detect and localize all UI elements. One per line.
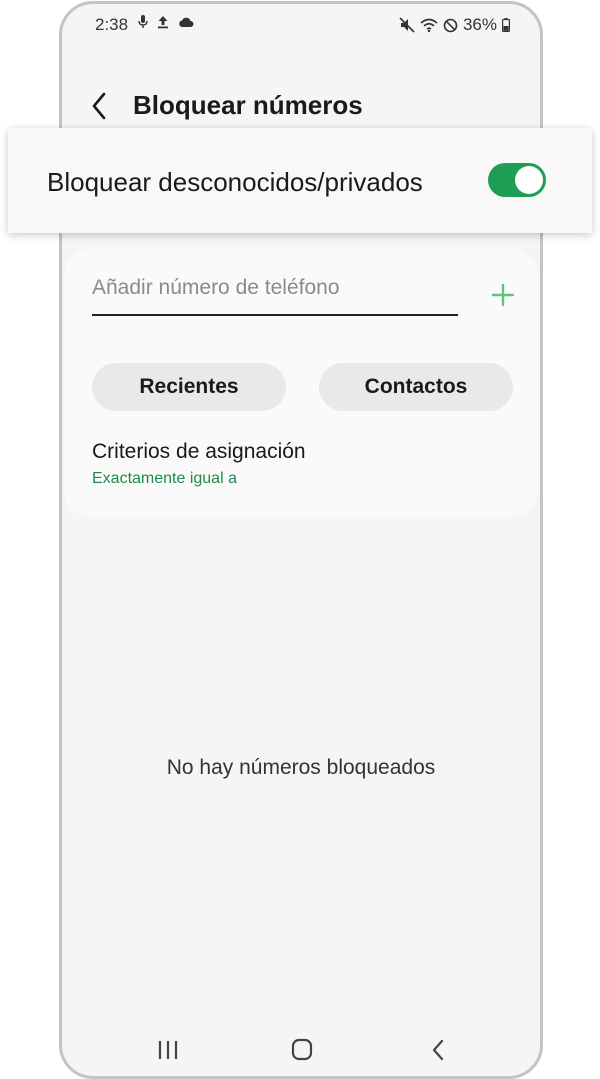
status-left-icons — [138, 15, 194, 29]
upload-icon — [157, 15, 169, 29]
plus-icon — [491, 283, 515, 307]
status-time: 2:38 — [95, 15, 129, 34]
mute-vibrate-icon — [399, 17, 415, 33]
microphone-icon — [138, 15, 148, 29]
navigation-bar — [62, 1029, 540, 1069]
recent-button[interactable]: Recientes — [92, 363, 286, 411]
toggle-label: Bloquear desconocidos/privados — [47, 167, 423, 197]
criteria-title: Criterios de asignación — [92, 440, 306, 463]
battery-percent: 36% — [462, 15, 497, 34]
block-form-card: Recientes Contactos Criterios de asignac… — [64, 248, 538, 517]
status-right: 36% — [399, 15, 510, 35]
phone-input-row — [92, 274, 458, 316]
unknown-private-toggle-row[interactable]: Bloquear desconocidos/privados — [8, 128, 592, 233]
back-nav-icon — [432, 1039, 444, 1061]
add-number-button[interactable] — [486, 278, 520, 312]
empty-state-text: No hay números bloqueados — [166, 756, 436, 779]
do-not-disturb-icon — [443, 18, 458, 33]
battery-icon — [502, 18, 510, 32]
app-header: Bloquear números — [62, 84, 540, 128]
recent-apps-icon — [158, 1041, 178, 1059]
matching-criteria[interactable]: Criterios de asignación Exactamente igua… — [92, 440, 306, 488]
criteria-value: Exactamente igual a — [92, 470, 237, 487]
toggle-knob — [515, 166, 543, 194]
unknown-private-toggle-switch[interactable] — [488, 163, 546, 197]
wifi-icon — [420, 18, 438, 32]
contacts-button[interactable]: Contactos — [319, 363, 513, 411]
home-icon — [291, 1038, 313, 1061]
cloud-icon — [178, 16, 194, 28]
page-title: Bloquear números — [133, 90, 363, 120]
phone-number-input[interactable] — [92, 274, 458, 302]
back-nav-button[interactable] — [418, 1035, 458, 1065]
recent-apps-button[interactable] — [148, 1035, 188, 1065]
status-bar: 2:38 36% — [62, 4, 540, 44]
chevron-left-icon — [92, 92, 106, 120]
home-button[interactable] — [282, 1035, 322, 1065]
back-button[interactable] — [86, 88, 114, 124]
